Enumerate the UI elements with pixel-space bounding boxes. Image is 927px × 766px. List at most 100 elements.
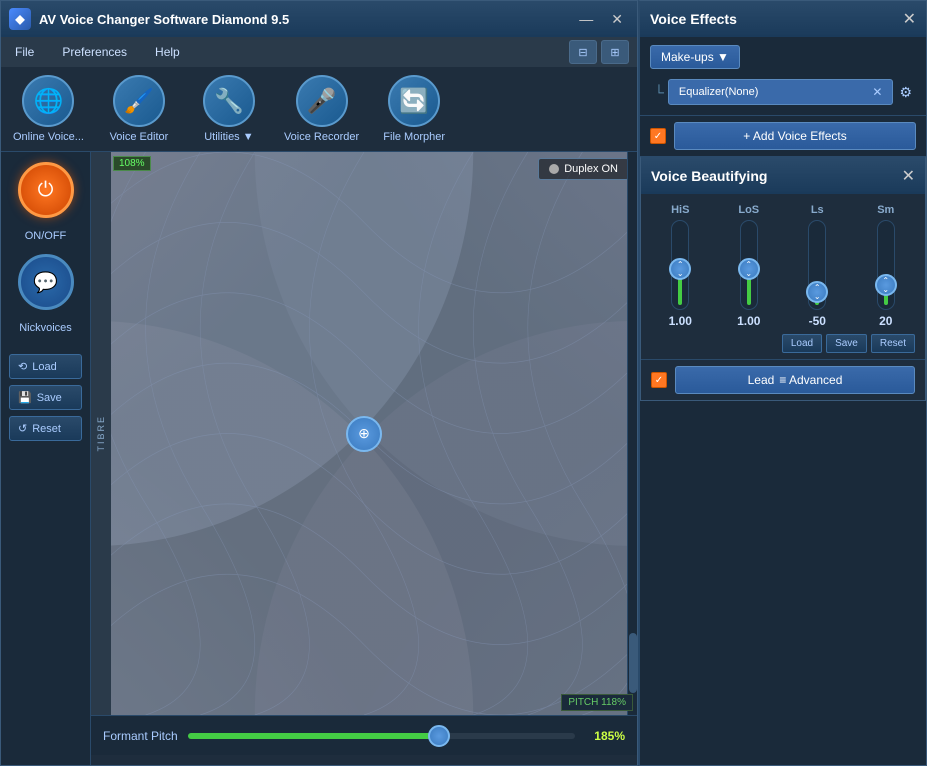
voice-beautifying-close[interactable]: ✕ (902, 166, 915, 186)
toolbar-utilities[interactable]: 🔧 Utilities ▼ (194, 75, 264, 143)
slider-los-handle[interactable]: ⌃⌄ (738, 258, 760, 280)
formant-pct: 185% (585, 729, 625, 743)
window-controls: — ✕ (573, 9, 629, 30)
slider-los-track[interactable]: ⌃⌄ (740, 220, 758, 310)
vb-reset-button[interactable]: Reset (871, 334, 915, 353)
vb-actions: Load Save Reset (641, 334, 925, 359)
formant-handle[interactable] (428, 725, 450, 747)
slider-ls-handle[interactable]: ⌃⌄ (806, 281, 828, 303)
formant-track[interactable] (188, 733, 575, 739)
vb-sliders: HiS ⌃⌄ 1.00 LoS ⌃⌄ 1.00 (641, 194, 925, 334)
pitch108-badge: 108% (113, 156, 151, 171)
toolbar-file-morpher[interactable]: 🔄 File Morpher (379, 75, 449, 143)
voice-editor-label: Voice Editor (110, 131, 169, 143)
slider-sm-handle[interactable]: ⌃⌄ (875, 274, 897, 296)
slider-ls: Ls ⌃⌄ -50 (788, 204, 847, 328)
vfx-makeup: Make-ups ▼ └ Equalizer(None) ✕ ⚙ (640, 37, 926, 115)
morpher-area: TIBRE 108% Duplex ON ⊕ PITCH 118% (91, 152, 637, 765)
duplex-label: Duplex ON (564, 163, 618, 175)
voice-effects-section: Voice Effects ✕ Make-ups ▼ └ Equalizer(N… (640, 1, 926, 156)
sidebar-actions: ⟲ Load 💾 Save ↺ Reset (9, 354, 82, 441)
online-voice-icon: 🌐 (22, 75, 74, 127)
scrollbar-thumb[interactable] (629, 633, 637, 693)
voice-editor-icon: 🖌️ (113, 75, 165, 127)
app-icon: ◆ (9, 8, 31, 30)
scrollbar-right[interactable] (627, 152, 637, 715)
equalizer-label: Equalizer(None) (679, 86, 758, 98)
vb-load-button[interactable]: Load (782, 334, 822, 353)
onoff-button[interactable]: ⏻ (18, 162, 74, 218)
duplex-button[interactable]: Duplex ON (538, 158, 629, 180)
slider-ls-label: Ls (811, 204, 824, 216)
menu-file[interactable]: File (9, 41, 40, 63)
slider-los: LoS ⌃⌄ 1.00 (720, 204, 779, 328)
file-morpher-label: File Morpher (383, 131, 445, 143)
save-button[interactable]: 💾 Save (9, 385, 82, 410)
formant-label: Formant Pitch (103, 729, 178, 743)
slider-ls-track[interactable]: ⌃⌄ (808, 220, 826, 310)
voice-effects-close[interactable]: ✕ (903, 9, 916, 29)
voice-recorder-label: Voice Recorder (284, 131, 359, 143)
minimize-button[interactable]: — (573, 9, 599, 30)
slider-his: HiS ⌃⌄ 1.00 (651, 204, 710, 328)
duplex-dot (549, 164, 559, 174)
menu-bar: File Preferences Help ⊟ ⊞ (1, 37, 637, 67)
slider-sm: Sm ⌃⌄ 20 (857, 204, 916, 328)
voice-beautifying-header: Voice Beautifying ✕ (641, 158, 925, 194)
voice-recorder-icon: 🎤 (296, 75, 348, 127)
eq-connector: └ (654, 84, 664, 100)
voice-effects-title: Voice Effects (650, 11, 737, 27)
advanced-button[interactable]: Lead ≡ Advanced (675, 366, 915, 394)
slider-sm-track[interactable]: ⌃⌄ (877, 220, 895, 310)
menu-icon-settings[interactable]: ⊞ (601, 40, 629, 64)
slider-los-value: 1.00 (737, 314, 760, 328)
slider-los-label: LoS (738, 204, 759, 216)
slider-sm-value: 20 (879, 314, 892, 328)
pitch-badge: PITCH 118% (561, 694, 633, 711)
toolbar-voice-editor[interactable]: 🖌️ Voice Editor (104, 75, 174, 143)
lead-label: Lead (748, 373, 775, 387)
vb-checkbox[interactable]: ✓ (651, 372, 667, 388)
slider-his-handle[interactable]: ⌃⌄ (669, 258, 691, 280)
equalizer-badge: Equalizer(None) ✕ (668, 79, 894, 105)
makeups-button[interactable]: Make-ups ▼ (650, 45, 740, 69)
morpher-canvas[interactable]: TIBRE 108% Duplex ON ⊕ PITCH 118% (91, 152, 637, 715)
toolbar: 🌐 Online Voice... 🖌️ Voice Editor 🔧 Util… (1, 67, 637, 152)
menu-preferences[interactable]: Preferences (56, 41, 133, 63)
nickvoices-button[interactable]: 💬 (18, 254, 74, 310)
formant-bar: Formant Pitch 185% (91, 715, 637, 755)
reset-button[interactable]: ↺ Reset (9, 416, 82, 441)
menu-icon-display[interactable]: ⊟ (569, 40, 597, 64)
eq-settings-icon[interactable]: ⚙ (899, 84, 912, 101)
slider-his-label: HiS (671, 204, 689, 216)
title-bar: ◆ AV Voice Changer Software Diamond 9.5 … (1, 1, 637, 37)
main-content: ⏻ ON/OFF 💬 Nickvoices ⟲ Load 💾 Save ↺ Re… (1, 152, 637, 765)
menu-help[interactable]: Help (149, 41, 186, 63)
tibre-label: TIBRE (91, 152, 111, 715)
vb-save-button[interactable]: Save (826, 334, 867, 353)
menu-bar-right: ⊟ ⊞ (569, 40, 629, 64)
formant-fill (188, 733, 440, 739)
voice-beautifying-title: Voice Beautifying (651, 168, 767, 184)
load-button[interactable]: ⟲ Load (9, 354, 82, 379)
left-sidebar: ⏻ ON/OFF 💬 Nickvoices ⟲ Load 💾 Save ↺ Re… (1, 152, 91, 765)
add-voice-effects-button[interactable]: + Add Voice Effects (674, 122, 916, 150)
equalizer-row: └ Equalizer(None) ✕ ⚙ (650, 77, 916, 107)
nickvoices-label: Nickvoices (19, 322, 72, 334)
utilities-icon: 🔧 (203, 75, 255, 127)
slider-sm-label: Sm (877, 204, 894, 216)
vfx-checkbox[interactable]: ✓ (650, 128, 666, 144)
voice-effects-header: Voice Effects ✕ (640, 1, 926, 37)
vb-footer: ✓ Lead ≡ Advanced (641, 359, 925, 400)
vfx-footer: ✓ + Add Voice Effects (640, 115, 926, 156)
tibre-text: TIBRE (96, 415, 106, 452)
toolbar-voice-recorder[interactable]: 🎤 Voice Recorder (284, 75, 359, 143)
online-voice-label: Online Voice... (13, 131, 84, 143)
close-button[interactable]: ✕ (605, 9, 629, 30)
main-window: ◆ AV Voice Changer Software Diamond 9.5 … (0, 0, 638, 766)
equalizer-close[interactable]: ✕ (872, 85, 882, 99)
toolbar-online-voice[interactable]: 🌐 Online Voice... (13, 75, 84, 143)
slider-his-track[interactable]: ⌃⌄ (671, 220, 689, 310)
morpher-handle[interactable]: ⊕ (346, 416, 382, 452)
app-title: AV Voice Changer Software Diamond 9.5 (39, 12, 573, 27)
